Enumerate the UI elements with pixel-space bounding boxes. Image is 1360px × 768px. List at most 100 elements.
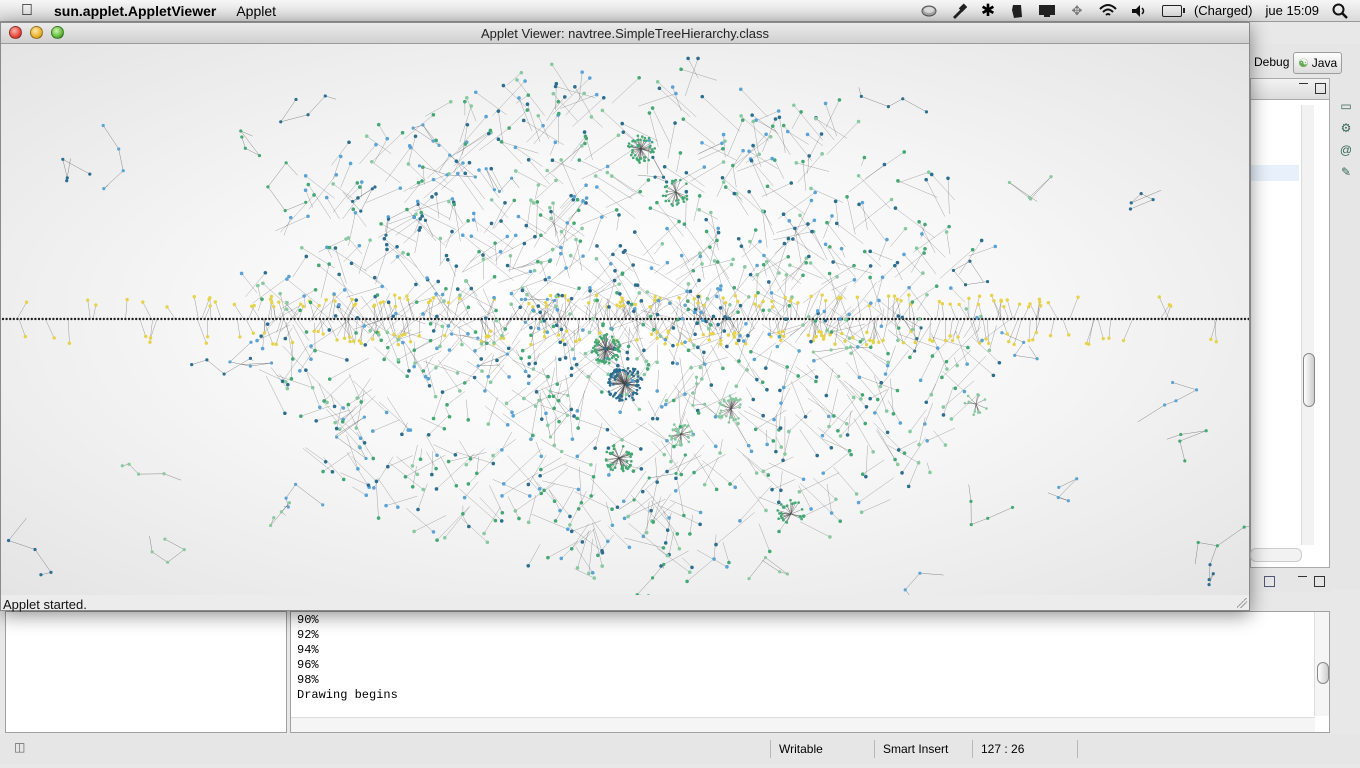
- java-perspective-button[interactable]: ☯ Java: [1293, 52, 1343, 74]
- graph-node: [222, 372, 226, 376]
- graph-node: [385, 330, 390, 335]
- graph-node: [770, 305, 775, 309]
- graph-node: [265, 322, 270, 326]
- graph-node: [757, 304, 761, 308]
- graph-node: [459, 317, 462, 321]
- declaration-icon[interactable]: ✎: [1338, 164, 1354, 180]
- graph-node: [678, 443, 682, 446]
- graph-node: [298, 369, 302, 373]
- tree-graph-canvas[interactable]: [1, 44, 1249, 595]
- debug-perspective-button[interactable]: Debug: [1250, 52, 1293, 72]
- console-horizontal-scrollbar[interactable]: [291, 717, 1315, 732]
- graph-node: [289, 376, 294, 381]
- fast-view-icon[interactable]: ◫: [14, 740, 30, 756]
- graph-node: [651, 155, 655, 159]
- bottom-left-view[interactable]: [5, 611, 287, 733]
- graph-node: [434, 192, 438, 196]
- graph-node: [34, 317, 37, 321]
- graph-node: [696, 317, 699, 321]
- graph-node: [591, 475, 596, 479]
- graph-node: [182, 548, 186, 552]
- graph-node: [632, 498, 636, 502]
- graph-node: [460, 342, 464, 347]
- graph-node: [517, 96, 521, 100]
- volume-icon[interactable]: [1131, 3, 1149, 19]
- editor-pane[interactable]: [1250, 78, 1330, 568]
- minimize-view-icon[interactable]: [1299, 83, 1308, 85]
- graph-node: [665, 190, 669, 193]
- editor-horizontal-scrollbar[interactable]: [1250, 548, 1302, 562]
- editor-vertical-scrollbar[interactable]: [1301, 105, 1315, 545]
- time-machine-icon[interactable]: [920, 3, 938, 19]
- open-console-icon[interactable]: [1264, 576, 1275, 587]
- javadoc-icon[interactable]: @: [1338, 142, 1354, 158]
- maximize-console-icon[interactable]: [1314, 576, 1325, 587]
- bluetooth-icon[interactable]: ✱: [980, 1, 996, 20]
- minimize-console-icon[interactable]: [1298, 576, 1307, 578]
- graph-node: [668, 301, 672, 305]
- graph-node: [572, 356, 577, 361]
- outline-icon[interactable]: ⚙: [1338, 120, 1354, 136]
- graph-node: [728, 399, 731, 402]
- restore-icon[interactable]: ▭: [1338, 98, 1354, 114]
- graph-node: [537, 486, 542, 491]
- console-vertical-scrollbar[interactable]: [1314, 612, 1329, 716]
- graph-node: [736, 310, 740, 314]
- graph-node: [675, 532, 680, 536]
- battery-icon[interactable]: (Charged): [1161, 3, 1253, 19]
- graph-node: [906, 484, 911, 489]
- clock[interactable]: jue 15:09: [1266, 3, 1320, 18]
- graph-node: [308, 300, 313, 305]
- app-name-menu[interactable]: sun.applet.AppletViewer: [54, 3, 216, 19]
- graph-node: [604, 458, 608, 461]
- graph-node: [1236, 317, 1240, 321]
- graph-node: [675, 342, 680, 347]
- graph-node: [325, 317, 329, 321]
- graph-node: [631, 396, 634, 399]
- graph-node: [160, 317, 163, 321]
- evernote-icon[interactable]: [1009, 3, 1025, 19]
- apple-logo-icon[interactable]: : [18, 2, 36, 20]
- graph-node: [1151, 198, 1155, 202]
- console-view[interactable]: 90% 92% 94% 96% 98% Drawing begins: [290, 611, 1330, 733]
- graph-node: [553, 519, 558, 523]
- graph-node: [747, 576, 751, 581]
- menu-applet[interactable]: Applet: [236, 3, 276, 19]
- graph-node: [453, 453, 458, 457]
- display-icon[interactable]: [1038, 3, 1056, 19]
- graph-node: [1174, 399, 1178, 403]
- applet-viewer-window[interactable]: Applet Viewer: navtree.SimpleTreeHierarc…: [0, 22, 1250, 612]
- graph-node: [95, 317, 98, 321]
- graph-node: [756, 290, 760, 295]
- graph-node: [1005, 332, 1010, 336]
- window-titlebar[interactable]: Applet Viewer: navtree.SimpleTreeHierarc…: [1, 23, 1249, 44]
- graph-node: [643, 159, 647, 163]
- graph-node: [605, 332, 609, 336]
- graph-node: [448, 100, 453, 104]
- graph-node: [646, 594, 650, 595]
- graph-node: [860, 200, 865, 205]
- network-icon[interactable]: ✥: [1069, 3, 1085, 19]
- resize-grip[interactable]: [1237, 598, 1247, 608]
- graph-node: [676, 317, 680, 322]
- graph-node: [612, 444, 615, 448]
- graph-node: [779, 514, 783, 518]
- wifi-icon[interactable]: [1098, 3, 1118, 19]
- maximize-view-icon[interactable]: [1315, 83, 1326, 94]
- graph-node: [662, 562, 666, 566]
- spotlight-icon[interactable]: [1332, 3, 1348, 19]
- graph-node: [426, 432, 431, 437]
- graph-node: [777, 517, 780, 520]
- graph-node: [653, 317, 656, 321]
- graph-node: [723, 139, 727, 143]
- graph-node: [685, 289, 689, 294]
- tree-hierarchy-graph[interactable]: [1, 44, 1249, 595]
- graph-node: [699, 377, 704, 381]
- eyedropper-icon[interactable]: [951, 2, 967, 19]
- graph-node: [655, 389, 659, 393]
- graph-node: [487, 317, 491, 321]
- graph-node: [526, 381, 531, 386]
- graph-node: [618, 410, 622, 415]
- graph-node: [918, 571, 922, 575]
- graph-node: [707, 317, 710, 321]
